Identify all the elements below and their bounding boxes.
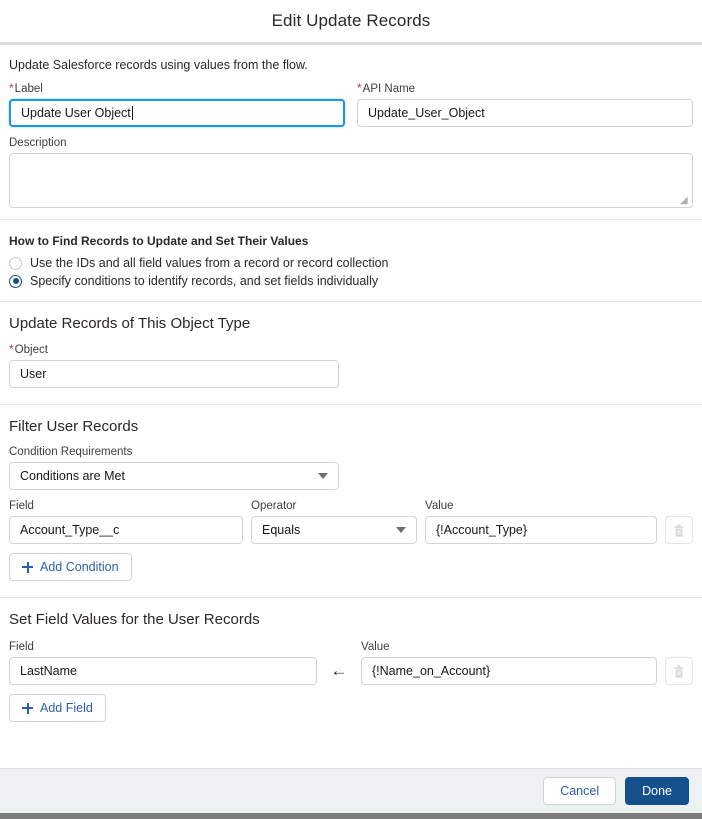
label-field-label: *Label — [9, 81, 43, 95]
dialog-footer: Cancel Done — [0, 768, 702, 813]
radio-label-conditions: Specify conditions to identify records, … — [30, 274, 379, 288]
condition-operator-value: Equals — [262, 523, 301, 537]
required-asterisk: * — [9, 342, 14, 356]
condition-value-group: Value {!Account_Type} — [425, 499, 657, 544]
plus-icon — [22, 561, 33, 573]
object-field-group: *Object User — [0, 332, 702, 388]
object-input-value: User — [20, 367, 47, 381]
condition-value-text: {!Account_Type} — [436, 523, 528, 537]
add-condition-label: Add Condition — [40, 560, 119, 574]
label-input-value: Update User Object — [21, 106, 131, 120]
how-to-find-title: How to Find Records to Update and Set Th… — [9, 234, 309, 248]
radio-label-record-ids: Use the IDs and all field values from a … — [30, 256, 389, 270]
condition-field-value: Account_Type__c — [20, 523, 120, 537]
dialog-header: Edit Update Records — [0, 0, 702, 42]
condition-operator-group: Operator Equals — [251, 499, 417, 544]
trash-icon — [674, 524, 684, 537]
object-section-heading: Update Records of This Object Type — [9, 315, 251, 332]
condition-requirements-label: Condition Requirements — [9, 446, 133, 458]
assignment-field-value: LastName — [20, 664, 77, 678]
radio-option-record-ids[interactable]: Use the IDs and all field values from a … — [0, 254, 702, 272]
assign-arrow-icon: ← — [330, 661, 348, 680]
api-name-input-value: Update_User_Object — [368, 106, 485, 120]
condition-requirements-value: Conditions are Met — [20, 469, 125, 483]
condition-requirements-group: Condition Requirements Conditions are Me… — [0, 435, 702, 490]
api-name-field-label: *API Name — [357, 81, 416, 95]
radio-icon-selected[interactable] — [9, 274, 22, 288]
condition-field-group: Field Account_Type__c — [9, 499, 243, 544]
condition-operator-column-header: Operator — [251, 500, 297, 512]
set-values-section-heading: Set Field Values for the User Records — [9, 611, 260, 628]
chevron-down-icon[interactable] — [396, 527, 406, 533]
api-name-input[interactable]: Update_User_Object — [357, 99, 693, 127]
add-field-button[interactable]: Add Field — [9, 694, 106, 722]
object-input[interactable]: User — [9, 360, 339, 388]
description-textarea[interactable]: ◢ — [9, 153, 693, 208]
add-condition-button[interactable]: Add Condition — [9, 553, 132, 581]
condition-value-column-header: Value — [425, 500, 454, 512]
trash-icon — [674, 665, 684, 678]
radio-option-conditions[interactable]: Specify conditions to identify records, … — [0, 272, 702, 290]
assignment-row: Field LastName ← Value {!Name_on_Account… — [0, 628, 702, 685]
bottom-edge-strip — [0, 813, 702, 819]
description-field-group: Description ◢ — [0, 127, 702, 208]
assignment-value-input[interactable]: {!Name_on_Account} — [361, 657, 657, 685]
assignment-value-text: {!Name_on_Account} — [372, 664, 491, 678]
condition-field-column-header: Field — [9, 500, 34, 512]
condition-field-input[interactable]: Account_Type__c — [9, 516, 243, 544]
dialog-title: Edit Update Records — [271, 11, 431, 30]
edit-update-records-dialog: Edit Update Records Update Salesforce re… — [0, 0, 702, 819]
api-name-field-group: *API Name Update_User_Object — [357, 81, 693, 127]
dialog-body: Update Salesforce records using values f… — [0, 45, 702, 768]
cancel-button[interactable]: Cancel — [543, 777, 617, 805]
assignment-field-column-header: Field — [9, 641, 34, 653]
required-asterisk: * — [9, 81, 14, 95]
label-apiname-row: *Label Update User Object *API Name Upda… — [0, 72, 702, 127]
object-field-label: *Object — [9, 342, 48, 356]
condition-value-input[interactable]: {!Account_Type} — [425, 516, 657, 544]
chevron-down-icon[interactable] — [318, 473, 328, 479]
assignment-field-input[interactable]: LastName — [9, 657, 317, 685]
delete-condition-button[interactable] — [665, 516, 693, 544]
assignment-value-group: Value {!Name_on_Account} — [361, 640, 657, 685]
label-input[interactable]: Update User Object — [9, 99, 345, 127]
assignment-value-column-header: Value — [361, 641, 390, 653]
condition-operator-select[interactable]: Equals — [251, 516, 417, 544]
done-button[interactable]: Done — [625, 777, 689, 805]
label-field-group: *Label Update User Object — [9, 81, 345, 127]
filter-section-heading: Filter User Records — [9, 418, 139, 435]
text-caret — [131, 106, 133, 120]
assignment-field-group: Field LastName — [9, 640, 317, 685]
dialog-description: Update Salesforce records using values f… — [9, 58, 308, 72]
description-field-label: Description — [9, 137, 67, 149]
condition-row: Field Account_Type__c Operator Equals Va… — [0, 490, 702, 544]
condition-requirements-select[interactable]: Conditions are Met — [9, 462, 339, 490]
add-field-label: Add Field — [40, 701, 93, 715]
required-asterisk: * — [357, 81, 362, 95]
delete-assignment-button[interactable] — [665, 657, 693, 685]
radio-icon-unselected[interactable] — [9, 256, 22, 270]
plus-icon — [22, 702, 33, 714]
resize-grip-icon[interactable]: ◢ — [680, 196, 690, 206]
